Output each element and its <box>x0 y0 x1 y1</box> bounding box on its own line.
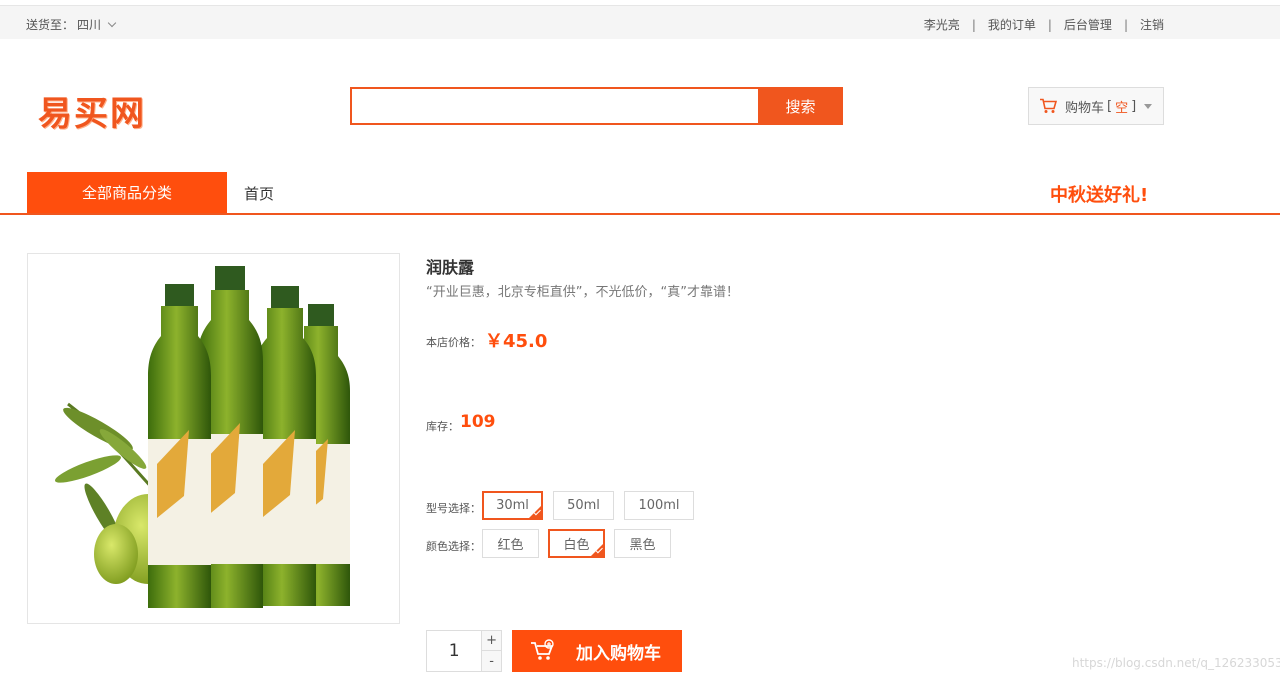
my-orders-link[interactable]: 我的订单 <box>988 16 1036 33</box>
search-bar: 搜索 <box>350 87 843 125</box>
cart-add-icon <box>531 639 554 660</box>
chevron-down-icon <box>107 18 117 28</box>
watermark: https://blog.csdn.net/q_1262330535 <box>1072 656 1280 670</box>
model-option-50ml[interactable]: 50ml <box>553 491 614 520</box>
stock-value: 109 <box>460 412 496 432</box>
quantity-input[interactable]: 1 <box>427 631 483 671</box>
olive-oil-bottles-image <box>55 266 350 608</box>
model-option-30ml[interactable]: 30ml <box>482 491 543 520</box>
username-link[interactable]: 李光亮 <box>924 16 960 33</box>
color-label: 颜色选择： <box>426 540 481 553</box>
cart-icon <box>1040 98 1057 113</box>
link-separator: | <box>1123 17 1128 32</box>
home-link[interactable]: 首页 <box>244 183 274 204</box>
logout-link[interactable]: 注销 <box>1140 16 1164 33</box>
promo-banner[interactable]: 中秋送好礼! <box>1050 181 1148 207</box>
delivery-location[interactable]: 送货至： 四川 <box>26 16 117 33</box>
search-button[interactable]: 搜索 <box>758 87 843 125</box>
add-to-cart-button[interactable]: 加入购物车 <box>512 630 682 672</box>
quantity-decrement-button[interactable]: - <box>482 651 501 671</box>
delivery-location-label: 送货至： <box>26 18 75 32</box>
color-option-black[interactable]: 黑色 <box>614 529 671 558</box>
admin-link[interactable]: 后台管理 <box>1064 16 1112 33</box>
quantity-stepper: 1 + - <box>426 630 502 672</box>
link-separator: | <box>971 17 976 32</box>
cart-bracket-close: ] <box>1131 98 1137 114</box>
cart-status: 空 <box>1115 100 1129 116</box>
top-bar: 送货至： 四川 李光亮 | 我的订单 | 后台管理 | 注销 <box>0 6 1280 39</box>
price-value: ￥45.0 <box>485 331 548 352</box>
color-option-white[interactable]: 白色 <box>548 529 605 558</box>
caret-down-icon <box>1144 103 1153 109</box>
quantity-increment-button[interactable]: + <box>482 631 501 651</box>
cart-bracket-open: [ <box>1107 98 1113 114</box>
all-categories-tab[interactable]: 全部商品分类 <box>27 172 227 213</box>
cart-label: 购物车 <box>1065 100 1105 116</box>
search-input[interactable] <box>350 87 758 125</box>
user-links: 李光亮 | 我的订单 | 后台管理 | 注销 <box>924 16 1164 33</box>
site-logo[interactable]: 易买网 <box>38 86 146 135</box>
stock-label: 库存： <box>426 420 459 433</box>
cart-button[interactable]: 购物车 [ 空 ] <box>1028 87 1164 125</box>
add-to-cart-label: 加入购物车 <box>576 643 661 664</box>
product-subtitle: “开业巨惠，北京专柜直供”，不光低价，“真”才靠谱！ <box>426 285 739 300</box>
model-label: 型号选择： <box>426 502 481 515</box>
link-separator: | <box>1047 17 1052 32</box>
color-option-red[interactable]: 红色 <box>482 529 539 558</box>
delivery-location-value: 四川 <box>77 18 102 32</box>
product-image <box>27 253 400 624</box>
model-option-100ml[interactable]: 100ml <box>624 491 694 520</box>
main-nav: 全部商品分类 首页 中秋送好礼! <box>0 172 1280 215</box>
product-title: 润肤露 <box>426 258 475 277</box>
price-label: 本店价格： <box>426 336 481 349</box>
